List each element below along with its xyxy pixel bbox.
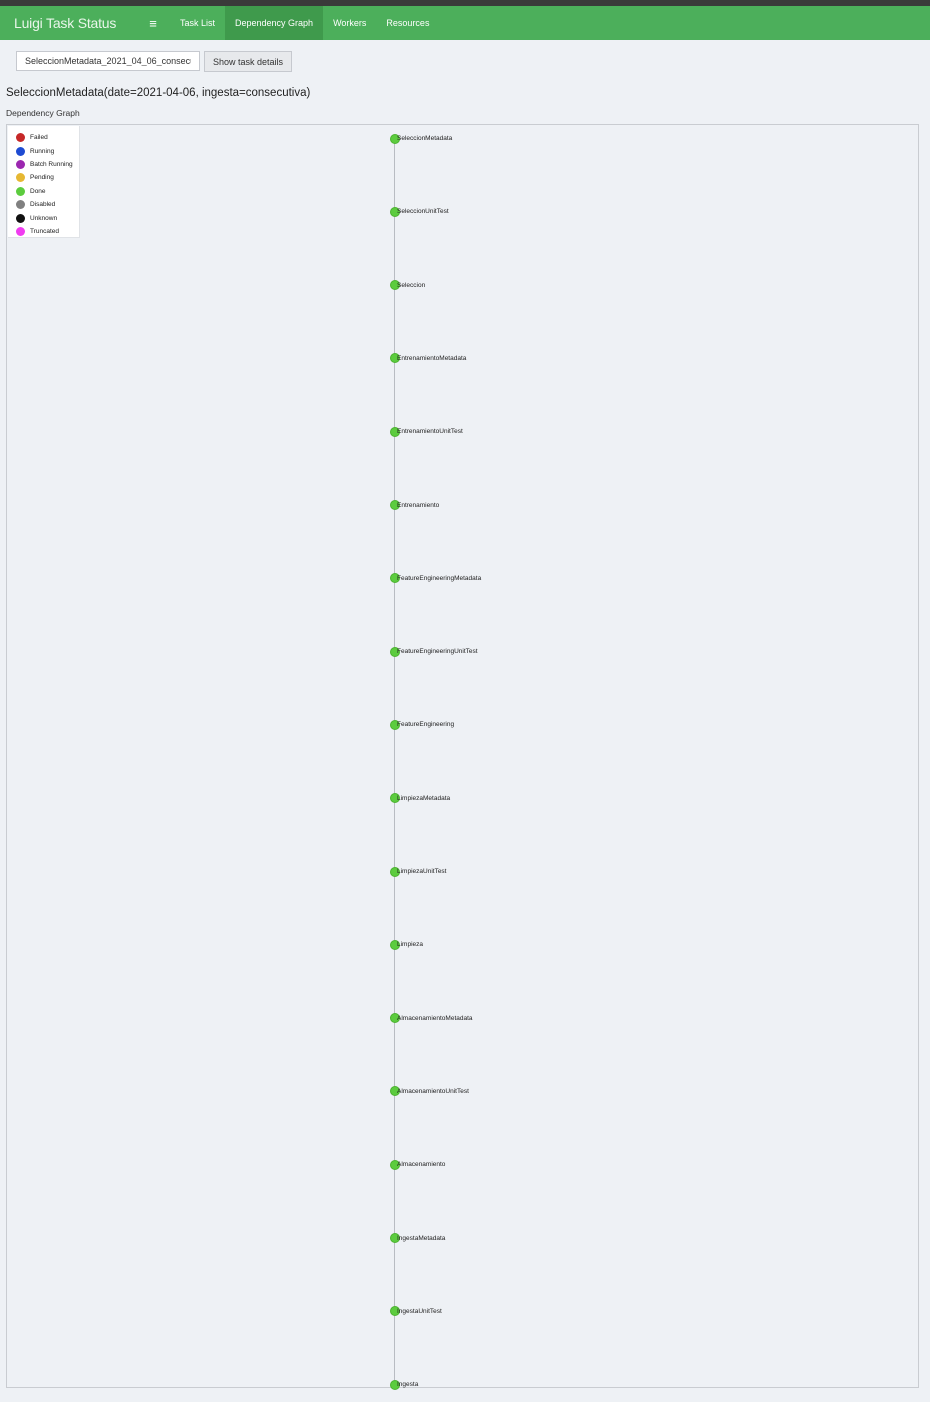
- legend-label: Running: [30, 147, 55, 155]
- node-label[interactable]: AlmacenamientoUnitTest: [397, 1088, 469, 1095]
- graph-node-entrenamiento-metadata[interactable]: EntrenamientoMetadata: [390, 353, 466, 364]
- node-label[interactable]: LimpiezaUnitTest: [397, 868, 447, 875]
- show-task-details-button[interactable]: Show task details: [204, 51, 292, 72]
- legend-dot-icon: [16, 146, 25, 156]
- graph-node-seleccion-unit-test[interactable]: SeleccionUnitTest: [390, 206, 449, 217]
- graph-node-almacenamiento-unit-test[interactable]: AlmacenamientoUnitTest: [390, 1086, 469, 1097]
- graph-node-seleccion[interactable]: Seleccion: [390, 280, 425, 291]
- graph-node-feature-engineering-metadata[interactable]: FeatureEngineeringMetadata: [390, 573, 481, 584]
- legend-dot-icon: [16, 226, 25, 236]
- node-label[interactable]: Seleccion: [397, 282, 425, 289]
- task-title: SeleccionMetadata(date=2021-04-06, inges…: [6, 87, 311, 99]
- node-label[interactable]: SeleccionUnitTest: [397, 208, 449, 215]
- legend-dot-icon: [16, 186, 25, 196]
- tab-resources[interactable]: Resources: [376, 6, 439, 40]
- tab-dependency-graph[interactable]: Dependency Graph: [225, 6, 324, 40]
- legend-dot-icon: [16, 173, 25, 183]
- tab-task-list[interactable]: Task List: [170, 6, 225, 40]
- legend-item-unknown: Unknown: [8, 211, 79, 224]
- node-label[interactable]: FeatureEngineeringUnitTest: [397, 648, 478, 655]
- graph-node-entrenamiento-unit-test[interactable]: EntrenamientoUnitTest: [390, 426, 463, 437]
- node-label[interactable]: Almacenamiento: [397, 1161, 445, 1168]
- graph-node-feature-engineering[interactable]: FeatureEngineering: [390, 719, 454, 730]
- tab-workers[interactable]: Workers: [323, 6, 376, 40]
- dependency-graph-panel[interactable]: [6, 124, 919, 1388]
- graph-node-seleccion-metadata[interactable]: SeleccionMetadata: [390, 133, 452, 144]
- legend-dot-icon: [16, 200, 25, 210]
- legend-item-truncated: Truncated: [8, 225, 79, 238]
- app-brand[interactable]: Luigi Task Status: [14, 15, 144, 31]
- legend-label: Unknown: [30, 214, 58, 222]
- navbar: Luigi Task Status ≡ Task List Dependency…: [0, 6, 930, 40]
- status-legend: Failed Running Batch Running Pending Done Dis…: [8, 126, 80, 238]
- legend-item-pending: Pending: [8, 171, 79, 184]
- legend-item-failed: Failed: [8, 131, 79, 144]
- task-id-input[interactable]: [16, 51, 200, 71]
- dependency-edge-line: [394, 139, 395, 1384]
- legend-item-running: Running: [8, 144, 79, 157]
- graph-node-ingesta-metadata[interactable]: IngestaMetadata: [390, 1233, 445, 1243]
- graph-node-feature-engineering-unit-test[interactable]: FeatureEngineeringUnitTest: [390, 646, 478, 657]
- graph-node-limpieza-unit-test[interactable]: LimpiezaUnitTest: [390, 866, 447, 877]
- node-label[interactable]: Limpieza: [397, 941, 423, 948]
- node-label[interactable]: AlmacenamientoMetadata: [397, 1015, 473, 1022]
- legend-label: Truncated: [30, 227, 60, 235]
- legend-item-done: Done: [8, 185, 79, 198]
- graph-node-ingesta[interactable]: Ingesta: [390, 1379, 418, 1390]
- graph-node-almacenamiento[interactable]: Almacenamiento: [390, 1159, 445, 1170]
- graph-node-ingesta-unit-test[interactable]: IngestaUnitTest: [390, 1306, 442, 1317]
- node-label[interactable]: SeleccionMetadata: [397, 135, 452, 142]
- graph-label: Dependency Graph: [6, 108, 80, 118]
- node-label[interactable]: FeatureEngineeringMetadata: [397, 575, 481, 582]
- node-label[interactable]: EntrenamientoMetadata: [397, 355, 466, 362]
- legend-item-disabled: Disabled: [8, 198, 79, 211]
- node-label[interactable]: IngestaMetadata: [397, 1235, 445, 1242]
- graph-node-entrenamiento[interactable]: Entrenamiento: [390, 500, 439, 510]
- graph-node-almacenamiento-metadata[interactable]: AlmacenamientoMetadata: [390, 1013, 473, 1024]
- legend-dot-icon: [16, 159, 25, 169]
- node-label[interactable]: EntrenamientoUnitTest: [397, 428, 463, 435]
- legend-label: Pending: [30, 174, 54, 182]
- node-label[interactable]: IngestaUnitTest: [397, 1308, 442, 1315]
- node-label[interactable]: Entrenamiento: [397, 502, 439, 509]
- legend-label: Batch Running: [30, 160, 73, 168]
- hamburger-menu-icon[interactable]: ≡: [144, 16, 162, 31]
- graph-node-limpieza[interactable]: Limpieza: [390, 939, 423, 950]
- node-label[interactable]: FeatureEngineering: [397, 721, 454, 728]
- graph-node-limpieza-metadata[interactable]: LimpiezaMetadata: [390, 793, 450, 804]
- legend-dot-icon: [16, 213, 25, 223]
- legend-label: Disabled: [30, 201, 56, 209]
- legend-item-batch-running: Batch Running: [8, 158, 79, 171]
- legend-label: Failed: [30, 134, 48, 142]
- legend-label: Done: [30, 187, 46, 195]
- node-label[interactable]: Ingesta: [397, 1381, 418, 1388]
- legend-dot-icon: [16, 133, 25, 143]
- node-label[interactable]: LimpiezaMetadata: [397, 795, 450, 802]
